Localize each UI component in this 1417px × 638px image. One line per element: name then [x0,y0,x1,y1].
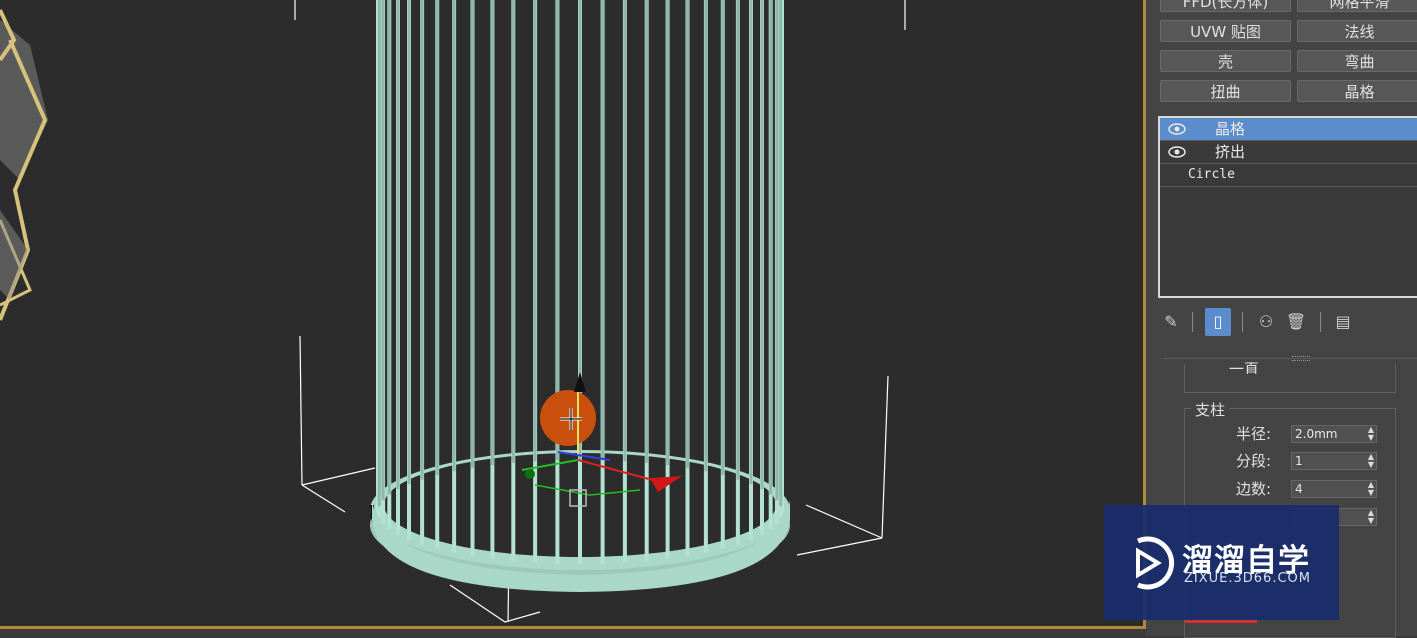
configure-modifier-sets-icon[interactable]: ▤ [1330,308,1356,336]
radius-row: 半径: 2.0mm ▲ ▼ [1185,423,1395,445]
sides-label: 边数: [1235,480,1271,498]
segments-row: 分段: 1 ▲ ▼ [1185,450,1395,472]
segments-value: 1 [1295,454,1303,468]
toolbar-separator [1242,312,1243,332]
viewport-scene: z [0,0,906,623]
segments-spinner[interactable]: 1 ▲ ▼ [1291,452,1377,470]
stack-toolbar: ✎ ▯ ⚇ 🗑 ▤ [1158,308,1417,338]
sides-row: 边数: 4 ▲ ▼ [1185,478,1395,500]
spinner-arrows-icon[interactable]: ▲ ▼ [1368,453,1374,469]
modifier-button-normal[interactable]: 法线 [1297,20,1417,42]
watermark-url: ZIXUE.3D66.COM [1184,571,1311,586]
modifier-button-lattice[interactable]: 晶格 [1297,80,1417,102]
toolbar-separator [1320,312,1321,332]
watermark-overlay: 溜溜自学 ZIXUE.3D66.COM [1104,505,1339,620]
radius-spinner[interactable]: 2.0mm ▲ ▼ [1291,425,1377,443]
stack-item-lattice[interactable]: 晶格 [1160,118,1417,141]
play-logo-icon [1136,536,1175,590]
modifier-button-twist[interactable]: 扭曲 [1160,80,1291,102]
stack-item-label: 晶格 [1215,120,1246,138]
sides-value: 4 [1295,482,1303,496]
modifier-button-ffd-box[interactable]: FFD(长方体) [1160,0,1291,12]
stack-item-extrude[interactable]: 挤出 [1160,141,1417,164]
stack-item-label: 挤出 [1215,143,1246,161]
spinner-arrows-icon[interactable]: ▲ ▼ [1368,426,1374,442]
stack-item-circle[interactable]: Circle [1160,164,1417,187]
modifier-button-uvw-map[interactable]: UVW 贴图 [1160,20,1291,42]
left-lattice-object [0,9,48,321]
make-unique-icon[interactable]: ⚇ [1253,308,1279,336]
toolbar-separator [1192,312,1193,332]
struts-group-title: 支柱 [1191,399,1230,420]
previous-group-fragment: 一直 [1229,362,1260,374]
show-end-result-icon[interactable]: ▯ [1205,308,1231,336]
eye-icon[interactable] [1168,146,1186,158]
modifier-button-bend[interactable]: 弯曲 [1297,50,1417,72]
radius-label: 半径: [1235,425,1271,443]
segments-label: 分段: [1235,452,1271,470]
pin-stack-icon[interactable]: ✎ [1158,308,1184,336]
3d-viewport[interactable]: z [0,0,1143,626]
radius-value: 2.0mm [1295,427,1338,441]
modifier-button-meshsmooth[interactable]: 网格平滑 [1297,0,1417,12]
modifier-stack-list[interactable]: 晶格 挤出 Circle [1158,116,1417,298]
bottom-strip [0,629,1146,636]
spinner-arrows-icon[interactable]: ▲ ▼ [1368,509,1374,525]
modifier-button-shell[interactable]: 壳 [1160,50,1291,72]
remove-modifier-icon[interactable]: 🗑 [1283,308,1309,336]
eye-icon[interactable] [1168,123,1186,135]
previous-group-box: 一直 [1184,362,1396,393]
spinner-arrows-icon[interactable]: ▲ ▼ [1368,481,1374,497]
cage-rods [376,0,784,564]
sides-spinner[interactable]: 4 ▲ ▼ [1291,480,1377,498]
stack-item-label: Circle [1188,167,1235,182]
